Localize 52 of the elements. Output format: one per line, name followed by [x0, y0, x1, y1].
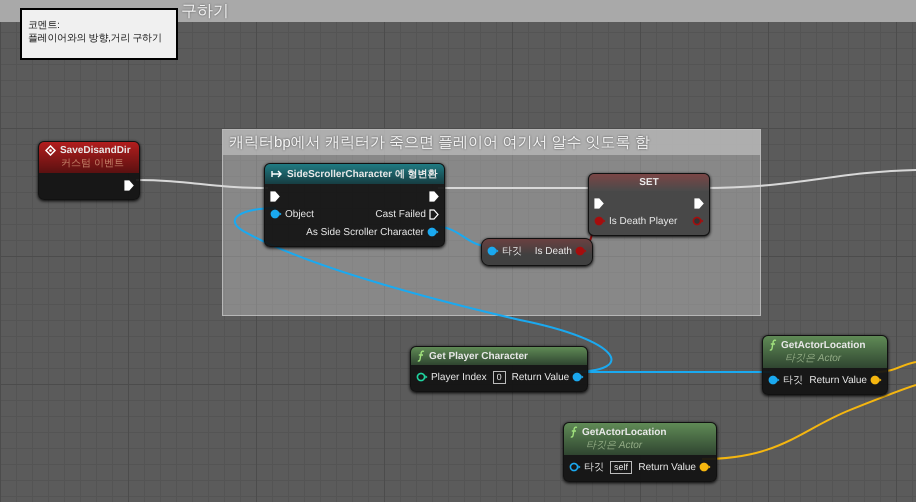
node-title: GetActorLocation: [781, 340, 866, 350]
pin-label: As Side Scroller Character: [306, 226, 424, 238]
event-icon: [45, 145, 56, 156]
data-pin-icon[interactable]: [270, 209, 282, 219]
data-pin-icon[interactable]: [427, 227, 439, 237]
node-subtitle: 타깃은 Actor: [585, 439, 644, 452]
node-title: GetActorLocation: [582, 426, 666, 438]
node-title: SideScrollerCharacter 에 형변환: [287, 168, 438, 181]
tooltip-heading: 코멘트:: [28, 19, 61, 32]
pin-label: 타깃: [502, 245, 522, 258]
graph-node[interactable]: Get Player Character Player Index 0 Return Value: [410, 346, 588, 392]
node-subtitle: 타깃은 Actor: [784, 352, 842, 365]
comment-title: 캐릭터bp에서 캐릭터가 죽으면 플레이어 여기서 알수 잇도록 함: [223, 130, 760, 155]
function-icon: [570, 426, 578, 438]
graph-node[interactable]: GetActorLocation 타깃은 Actor 타깃 Return Value: [762, 335, 888, 395]
data-pin-icon[interactable]: [569, 462, 581, 472]
pin-label: Return Value: [809, 374, 867, 386]
data-pin-icon[interactable]: [572, 372, 584, 382]
default-value-field[interactable]: 0: [492, 370, 506, 384]
exec-pin-icon[interactable]: [429, 190, 439, 202]
exec-pin-icon[interactable]: [594, 198, 604, 208]
arrow-icon: [271, 170, 283, 178]
pin-label: Cast Failed: [375, 208, 426, 220]
data-pin-icon[interactable]: [416, 372, 428, 382]
node-subtitle: 커스텀 이벤트: [60, 157, 125, 170]
exec-pin-icon[interactable]: [270, 190, 280, 202]
graph-node[interactable]: SaveDisandDir 커스텀 이벤트: [38, 141, 140, 200]
data-pin-icon[interactable]: [870, 375, 882, 385]
pin-label: Return Value: [638, 462, 696, 472]
pin-label: Return Value: [512, 372, 570, 382]
node-title: SaveDisandDir: [60, 145, 131, 156]
pin-label: Is Death Player: [609, 216, 678, 226]
default-value-field[interactable]: self: [610, 460, 632, 474]
node-title: Get Player Character: [429, 350, 528, 362]
pin-label: Player Index: [431, 372, 487, 382]
graph-node[interactable]: GetActorLocation 타깃은 Actor 타깃 self Return Value: [563, 422, 717, 482]
graph-node[interactable]: SideScrollerCharacter 에 형변환 Object Cast Failed As Side Scroller Character: [264, 163, 445, 247]
data-pin-icon[interactable]: [699, 462, 711, 472]
function-icon: [417, 350, 425, 362]
pin-label: Object: [285, 208, 314, 220]
exec-pin-icon[interactable]: [694, 198, 704, 208]
function-icon: [769, 339, 777, 351]
pin-label: Is Death: [534, 246, 572, 256]
graph-title: 구하기: [181, 2, 229, 22]
data-pin-icon[interactable]: [768, 375, 780, 385]
graph-node[interactable]: SET Is Death Player: [588, 173, 710, 236]
pin-label: 타깃: [584, 461, 604, 474]
tooltip-text: 플레이어와의 방향,거리 구하기: [28, 32, 163, 45]
exec-pin-icon[interactable]: [429, 208, 439, 220]
exec-pin-icon[interactable]: [124, 180, 134, 190]
node-title: SET: [639, 177, 659, 188]
pin-label: 타깃: [783, 374, 803, 387]
